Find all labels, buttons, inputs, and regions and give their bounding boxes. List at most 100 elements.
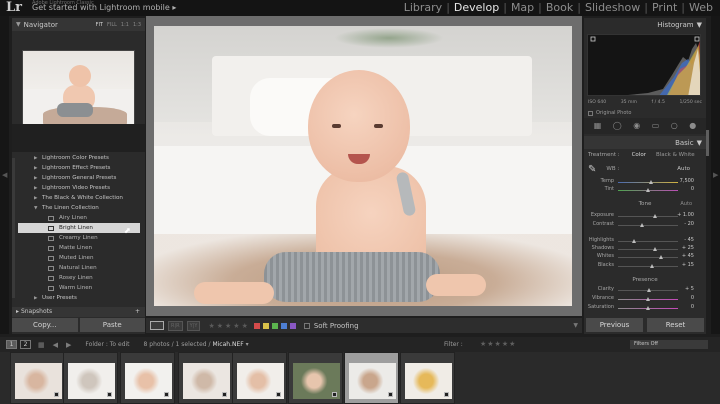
crop-tool-icon[interactable]: ▦ xyxy=(594,122,602,130)
original-photo-checkbox[interactable] xyxy=(588,110,593,116)
second-window-button[interactable]: 2 xyxy=(20,340,31,349)
folder-source[interactable]: Folder : To edit xyxy=(85,341,129,348)
zoom-fit[interactable]: FIT xyxy=(96,22,103,28)
reset-button[interactable]: Reset xyxy=(647,318,704,332)
filter-rating-stars[interactable]: ★★★★★ xyxy=(480,340,516,348)
zoom-fill[interactable]: FILL xyxy=(107,22,117,28)
slider-vibrance[interactable]: Vibrance 0 xyxy=(588,295,702,303)
navigator-preview[interactable] xyxy=(22,50,135,126)
slider-clarity[interactable]: Clarity + 5 xyxy=(588,286,702,294)
preset-folder[interactable]: ▶ User Presets xyxy=(18,293,140,303)
filter-preset-select[interactable]: Filters Off xyxy=(630,340,708,349)
slider-thumb[interactable] xyxy=(632,239,637,243)
main-window-button[interactable]: 1 xyxy=(6,340,17,349)
slider-highlights[interactable]: Highlights - 45 xyxy=(588,237,702,245)
zoom-1-3[interactable]: 1:3 xyxy=(133,22,141,28)
filmstrip-thumbnail[interactable] xyxy=(232,352,287,404)
slider-thumb[interactable] xyxy=(645,188,650,192)
color-label-swatch[interactable] xyxy=(253,322,260,329)
slider-value[interactable]: + 25 xyxy=(682,245,694,251)
module-book[interactable]: Book xyxy=(542,1,577,14)
preset-item[interactable]: Bright Linen xyxy=(18,223,140,233)
slider-track[interactable] xyxy=(618,214,678,218)
presets-scrollbar[interactable] xyxy=(12,158,15,298)
slider-whites[interactable]: Whites + 45 xyxy=(588,253,702,261)
filmstrip-thumbnail[interactable] xyxy=(120,352,175,404)
right-panel-toggle-strip[interactable]: ▶ xyxy=(711,16,720,334)
module-library[interactable]: Library xyxy=(400,1,446,14)
star-icon[interactable]: ★ xyxy=(208,322,214,330)
preset-item[interactable]: Natural Linen xyxy=(18,263,140,273)
slider-track[interactable] xyxy=(618,223,678,227)
filmstrip-thumbnail[interactable] xyxy=(10,352,65,404)
histogram-header[interactable]: Histogram ▼ xyxy=(584,18,706,31)
slider-thumb[interactable] xyxy=(645,306,650,310)
slider-blacks[interactable]: Blacks + 15 xyxy=(588,262,702,270)
collapse-left-icon[interactable]: ◀ xyxy=(2,171,7,179)
slider-value[interactable]: 0 xyxy=(691,295,694,301)
before-after-swap-button[interactable]: Y|Y xyxy=(186,320,201,331)
slider-value[interactable]: + 5 xyxy=(685,286,694,292)
back-arrow-icon[interactable]: ◀ xyxy=(53,341,58,349)
add-snapshot-icon[interactable]: + xyxy=(135,307,140,317)
slider-track[interactable] xyxy=(618,297,678,301)
slider-exposure[interactable]: Exposure + 1.00 xyxy=(588,212,702,220)
soft-proofing-toggle[interactable]: Soft Proofing xyxy=(303,322,359,330)
treatment-bw-option[interactable]: Black & White xyxy=(656,152,695,158)
copy-button[interactable]: Copy... xyxy=(12,318,78,332)
dropdown-icon[interactable]: ▾ xyxy=(246,341,249,348)
loupe-view-button[interactable] xyxy=(150,321,164,330)
color-label-swatch[interactable] xyxy=(262,322,269,329)
slider-value[interactable]: + 45 xyxy=(682,253,694,259)
snapshots-header[interactable]: ▸ Snapshots + xyxy=(12,307,145,317)
left-panel-toggle-strip[interactable]: ◀ xyxy=(0,16,9,334)
wb-preset-select[interactable]: Auto xyxy=(677,166,690,172)
spot-removal-icon[interactable]: ◯ xyxy=(613,122,622,130)
slider-track[interactable] xyxy=(618,306,678,310)
module-slideshow[interactable]: Slideshow xyxy=(581,1,644,14)
slider-value[interactable]: 0 xyxy=(691,304,694,310)
slider-temp[interactable]: Temp 7,500 xyxy=(588,178,702,186)
star-icon[interactable]: ★ xyxy=(233,322,239,330)
right-panel-scrollbar[interactable] xyxy=(706,130,709,156)
slider-thumb[interactable] xyxy=(658,255,663,259)
slider-thumb[interactable] xyxy=(649,264,654,268)
slider-value[interactable]: - 20 xyxy=(684,221,694,227)
slider-thumb[interactable] xyxy=(648,180,653,184)
slider-shadows[interactable]: Shadows + 25 xyxy=(588,245,702,253)
module-print[interactable]: Print xyxy=(648,1,681,14)
collapsed-triangle-icon[interactable]: ▶ xyxy=(18,176,42,181)
slider-track[interactable] xyxy=(618,239,678,243)
star-icon[interactable]: ★ xyxy=(225,322,231,330)
module-web[interactable]: Web xyxy=(685,1,717,14)
preset-item[interactable]: Airy Linen xyxy=(18,213,140,223)
slider-thumb[interactable] xyxy=(639,223,644,227)
navigator-header[interactable]: ▼ Navigator FIT FILL 1:1 1:3 xyxy=(12,18,145,31)
slider-value[interactable]: + 1.00 xyxy=(677,212,694,218)
preset-folder[interactable]: ▼ The Linen Collection xyxy=(18,203,140,213)
original-photo-toggle[interactable]: Original Photo xyxy=(588,110,631,116)
slider-value[interactable]: 0 xyxy=(691,186,694,192)
slider-track[interactable] xyxy=(618,188,678,192)
preset-item[interactable]: Creamy Linen xyxy=(18,233,140,243)
slider-saturation[interactable]: Saturation 0 xyxy=(588,304,702,312)
preset-folder[interactable]: ▶ Lightroom Color Presets xyxy=(18,153,140,163)
preset-folder[interactable]: ▶ Lightroom Video Presets xyxy=(18,183,140,193)
collapsed-triangle-icon[interactable]: ▶ xyxy=(18,166,42,171)
zoom-1-1[interactable]: 1:1 xyxy=(121,22,129,28)
filmstrip-thumbnail[interactable] xyxy=(344,352,399,404)
previous-button[interactable]: Previous xyxy=(586,318,643,332)
preset-folder[interactable]: ▶ The Black & White Collection xyxy=(18,193,140,203)
rating-stars[interactable]: ★ ★ ★ ★ ★ xyxy=(208,322,247,330)
slider-thumb[interactable] xyxy=(645,297,650,301)
graduated-filter-icon[interactable]: ▭ xyxy=(652,122,660,130)
slider-thumb[interactable] xyxy=(647,288,652,292)
slider-track[interactable] xyxy=(618,255,678,259)
preset-item[interactable]: Matte Linen xyxy=(18,243,140,253)
expanded-triangle-icon[interactable]: ▼ xyxy=(18,206,42,211)
slider-value[interactable]: 7,500 xyxy=(680,178,694,184)
treatment-color-option[interactable]: Color xyxy=(632,152,646,158)
color-label-swatch[interactable] xyxy=(280,322,287,329)
slider-track[interactable] xyxy=(618,288,678,292)
mobile-promo-link[interactable]: Get started with Lightroom mobile ▸ xyxy=(32,3,176,12)
